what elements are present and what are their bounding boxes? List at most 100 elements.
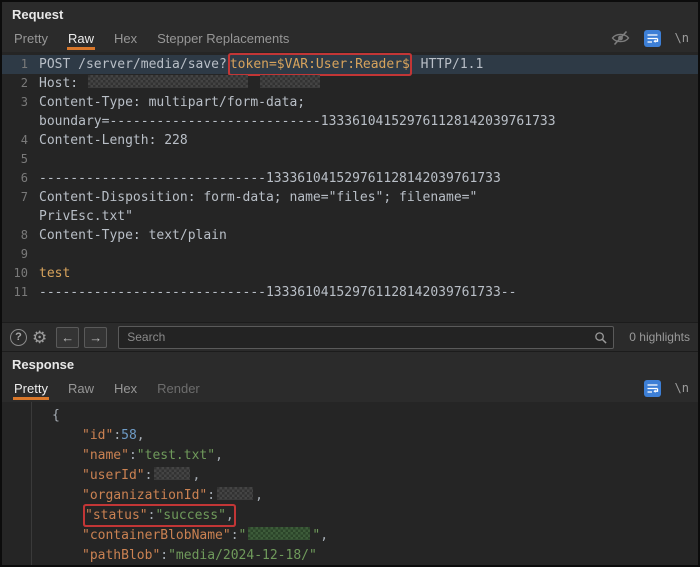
http-message-viewer: Request Pretty Raw Hex Stepper Replaceme… [0,0,700,567]
search-prev-button[interactable]: ← [56,327,79,348]
settings-gear-icon[interactable]: ⚙ [32,329,47,346]
request-line: 9 [2,245,698,264]
tab-response-hex[interactable]: Hex [104,374,147,402]
line-number [2,112,35,131]
code-text: "id" [82,428,113,443]
code-text: , [192,468,200,483]
redacted-value [154,467,190,480]
code-line-content: { [2,406,60,426]
code-text: " [239,528,247,543]
code-text: POST /server/media/save? [39,57,227,72]
redacted-value [88,75,248,88]
response-line: "containerBlobName":"", [2,526,698,546]
newline-toggle-icon[interactable]: \n [675,374,689,402]
code-text: "organizationId" [82,488,207,503]
code-text: "success" [155,508,225,523]
code-text: , [255,488,263,503]
line-number: 3 [2,93,35,112]
code-text: : [207,488,215,503]
tab-response-raw[interactable]: Raw [58,374,104,402]
redacted-value [217,487,253,500]
tabbar-spacer [210,374,637,402]
tab-request-hex[interactable]: Hex [104,24,147,52]
redacted-value [248,527,310,540]
code-text: , [137,428,145,443]
annotation-red-box: token=$VAR:User:Reader$ [230,55,410,74]
code-line-content: "status":"success", [2,506,237,526]
redacted-value [260,75,320,88]
code-line-content: Content-Type: multipart/form-data; [35,93,305,112]
code-line-content: "pathBlob":"media/2024-12-18/" [2,546,317,565]
tab-request-pretty[interactable]: Pretty [4,24,58,52]
code-text: { [52,408,60,423]
line-number: 8 [2,226,35,245]
code-line-content [35,150,39,169]
line-number: 4 [2,131,35,150]
request-line: 11-----------------------------133361041… [2,283,698,302]
code-line-content: Content-Type: text/plain [35,226,227,245]
newline-toggle-icon[interactable]: \n [675,24,689,52]
code-text: Content-Type: multipart/form-data; [39,95,305,110]
search-input[interactable] [118,326,614,349]
code-line-content: "organizationId":, [2,486,263,506]
response-line: "status":"success", [2,506,698,526]
soft-wrap-icon[interactable] [644,24,661,52]
request-line: 7 Content-Disposition: form-data; name="f… [2,188,698,207]
code-line-content [35,245,39,264]
soft-wrap-icon[interactable] [644,374,661,402]
code-text: test [39,266,70,281]
code-line-content: test [35,264,70,283]
tab-request-raw[interactable]: Raw [58,24,104,52]
request-tabbar: Pretty Raw Hex Stepper Replacements [2,24,698,52]
request-panel: Request Pretty Raw Hex Stepper Replaceme… [2,2,698,322]
response-line: "pathBlob":"media/2024-12-18/" [2,546,698,565]
code-text: -----------------------------13336104152… [39,171,501,186]
response-line: "id":58, [2,426,698,446]
request-line: 1POST /server/media/save?token=$VAR:User… [2,55,698,74]
code-text: , [215,448,223,463]
code-text: : [113,428,121,443]
line-number: 10 [2,264,35,283]
code-text: -----------------------------13336104152… [39,285,516,300]
tab-response-render[interactable]: Render [147,374,210,402]
code-line-content: "userId":, [2,466,200,486]
eye-off-icon[interactable] [611,24,630,52]
code-text: "media/2024-12-18/" [168,548,317,563]
code-text: HTTP/1.1 [413,57,483,72]
tab-response-pretty[interactable]: Pretty [4,374,58,402]
code-text: , [226,508,234,523]
tab-request-stepper-replacements[interactable]: Stepper Replacements [147,24,299,52]
code-text: 58 [121,428,137,443]
code-line-content: boundary=---------------------------1333… [35,112,556,131]
code-line-content: POST /server/media/save?token=$VAR:User:… [35,55,483,74]
search-next-button[interactable]: → [84,327,107,348]
code-text: token=$VAR:User:Reader$ [230,57,410,72]
code-text: Content-Disposition: form-data; name="fi… [39,190,477,205]
response-line: "userId":, [2,466,698,486]
code-text: "pathBlob" [82,548,160,563]
response-editor[interactable]: {"id":58,"name":"test.txt","userId":,"or… [2,402,698,565]
code-text: Content-Length: 228 [39,133,188,148]
code-line-content: "containerBlobName":"", [2,526,328,546]
line-number: 7 [2,188,35,207]
code-line-content: "name":"test.txt", [2,446,223,466]
request-line: 5 [2,150,698,169]
search-field-wrap [118,326,614,349]
request-code: 1POST /server/media/save?token=$VAR:User… [2,55,698,302]
code-text: PrivEsc.txt" [39,209,133,224]
code-text: "name" [82,448,129,463]
code-line-content: Content-Length: 228 [35,131,188,150]
code-text: , [320,528,328,543]
request-editor[interactable]: 1POST /server/media/save?token=$VAR:User… [2,52,698,322]
request-line: 2Host: [2,74,698,93]
line-number: 2 [2,74,35,93]
code-text: "userId" [82,468,145,483]
help-icon[interactable]: ? [10,329,27,346]
line-number: 1 [2,55,35,74]
code-text: "containerBlobName" [82,528,231,543]
line-number: 9 [2,245,35,264]
code-text: : [160,548,168,563]
search-magnifier-icon[interactable] [594,331,607,349]
response-line: { [2,406,698,426]
response-panel: Response Pretty Raw Hex Render \n {"id":… [2,352,698,565]
